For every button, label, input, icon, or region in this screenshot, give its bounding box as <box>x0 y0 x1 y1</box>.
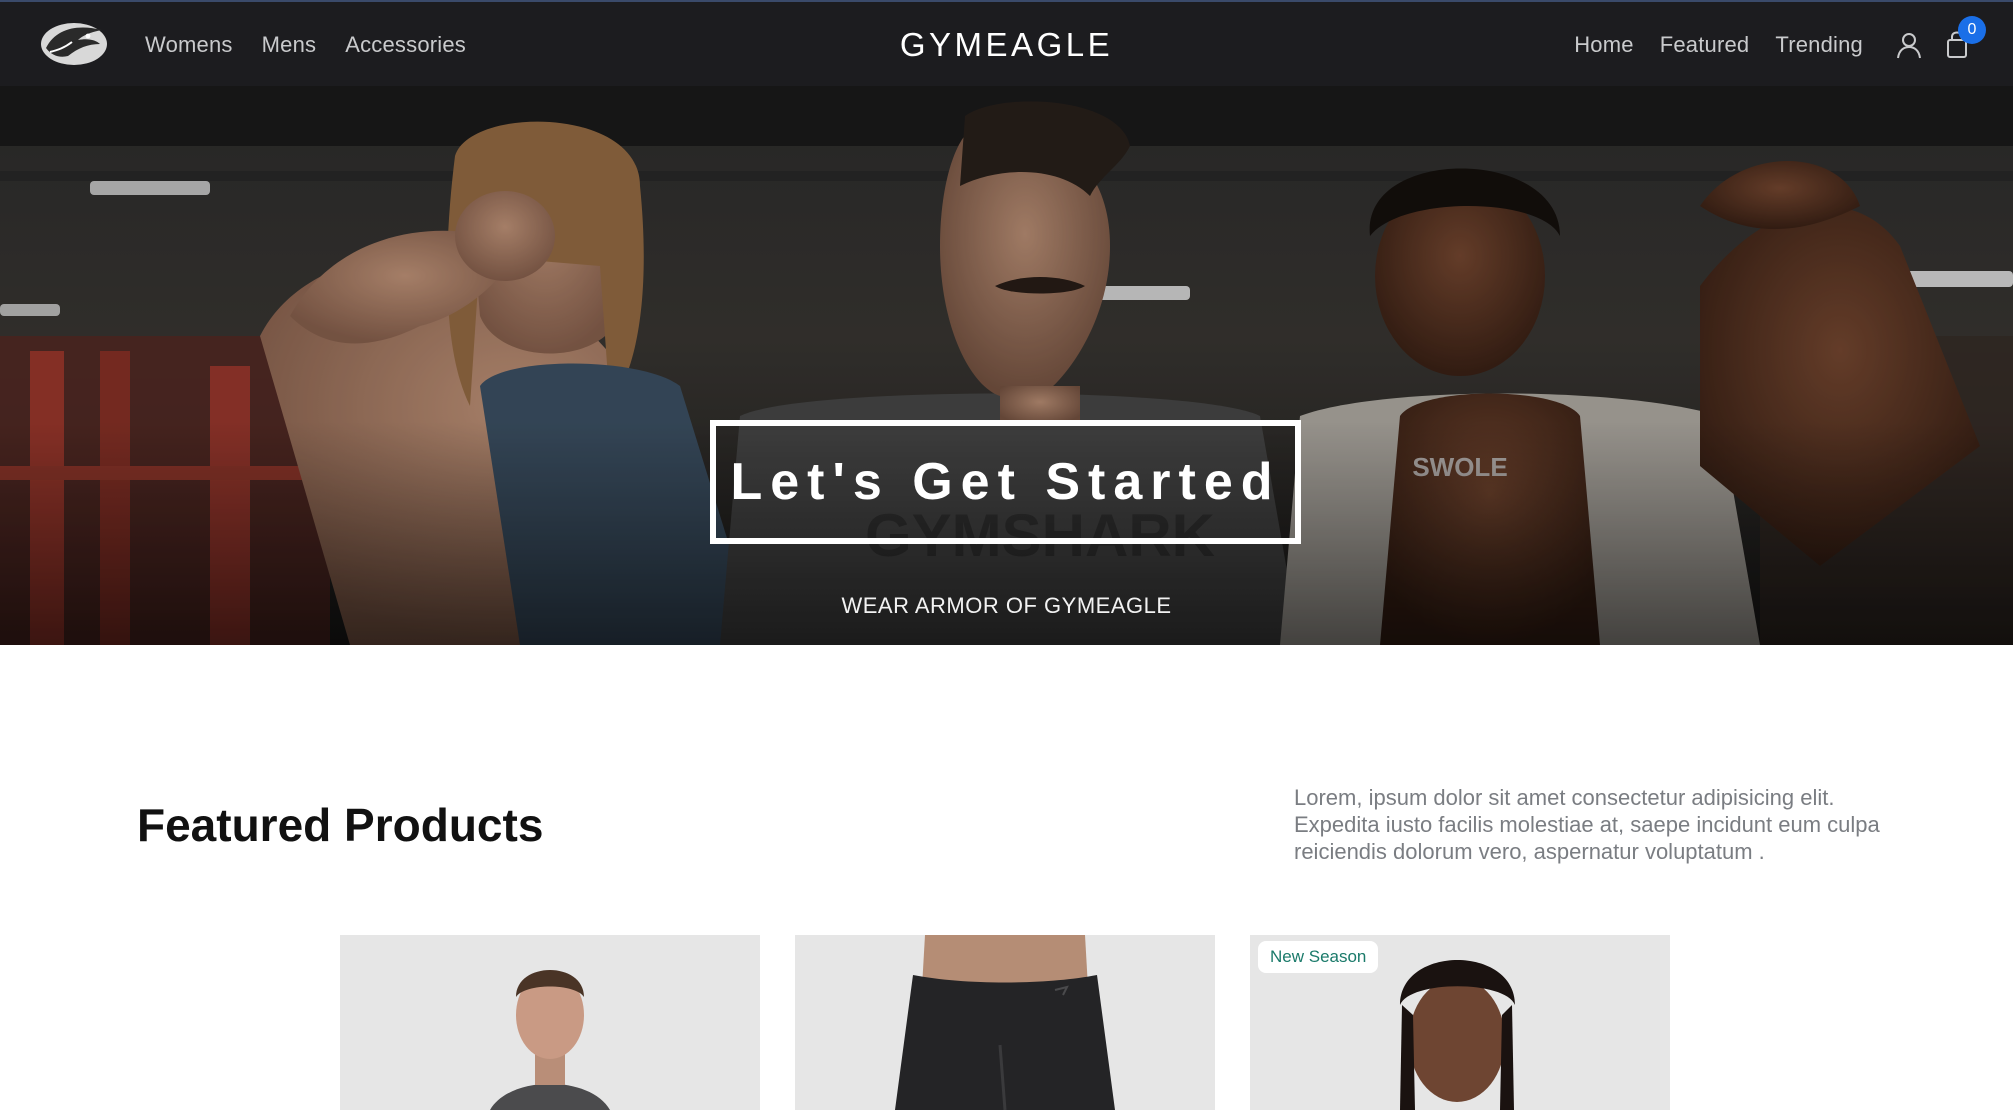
hero-photo: SWOLE GYMSHARK <box>0 86 2013 645</box>
cart-count-badge: 0 <box>1958 16 1986 44</box>
product-card[interactable]: New Season <box>1250 935 1670 1110</box>
new-season-badge: New Season <box>1258 941 1379 973</box>
product-image <box>795 935 1215 1110</box>
nav-link-womens[interactable]: Womens <box>145 32 233 58</box>
hero-subtitle: WEAR ARMOR OF GYMEAGLE <box>841 593 1172 618</box>
nav-link-accessories[interactable]: Accessories <box>345 32 466 58</box>
nav-link-trending[interactable]: Trending <box>1775 32 1863 58</box>
get-started-label: Let's Get Started <box>730 453 1281 511</box>
get-started-button[interactable]: Let's Get Started <box>710 420 1301 544</box>
nav-link-mens[interactable]: Mens <box>262 32 317 58</box>
nav-link-home[interactable]: Home <box>1574 32 1634 58</box>
product-card[interactable] <box>340 935 760 1110</box>
user-icon[interactable] <box>1894 30 1924 60</box>
product-image <box>340 935 760 1110</box>
featured-products-description: Lorem, ipsum dolor sit amet consectetur … <box>1294 785 1880 864</box>
product-card[interactable] <box>795 935 1215 1110</box>
hero-banner: SWOLE GYMSHARK Let's Get Started WEAR AR… <box>0 86 2013 645</box>
eagle-logo-icon[interactable] <box>38 18 110 68</box>
top-navbar: Womens Mens Accessories GYMEAGLE Home Fe… <box>0 0 2013 86</box>
nav-link-featured[interactable]: Featured <box>1660 32 1750 58</box>
nav-left: Womens Mens Accessories <box>145 2 466 88</box>
featured-products-title: Featured Products <box>137 799 544 851</box>
nav-right: Home Featured Trending <box>1574 2 1863 88</box>
